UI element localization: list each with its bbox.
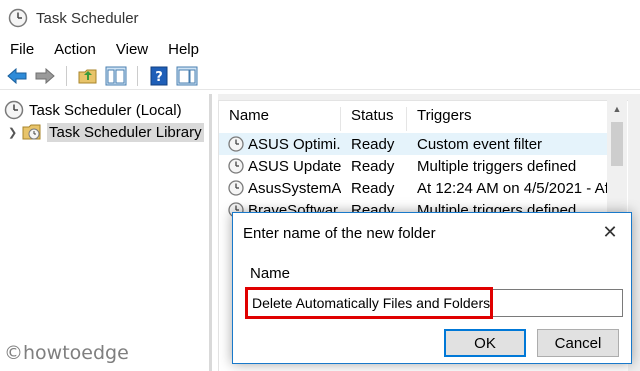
task-name: ASUS Optimi... — [248, 135, 341, 153]
up-one-level-button[interactable] — [75, 63, 101, 89]
dialog-title: Enter name of the new folder — [243, 225, 436, 242]
folder-up-icon — [78, 69, 97, 83]
task-name: ASUS Update... — [248, 157, 341, 175]
menu-view[interactable]: View — [116, 41, 148, 58]
console-tree: Task Scheduler (Local) ❯ Task Scheduler … — [0, 94, 212, 371]
forward-button[interactable] — [32, 63, 58, 89]
show-hide-action-pane-button[interactable] — [174, 63, 200, 89]
task-triggers: Custom event filter — [417, 135, 543, 153]
task-clock-icon — [228, 158, 244, 174]
task-status: Ready — [351, 157, 395, 175]
task-clock-icon — [228, 136, 244, 152]
menu-help[interactable]: Help — [168, 41, 199, 58]
task-status: Ready — [351, 135, 395, 153]
scroll-thumb[interactable] — [611, 122, 623, 166]
tree-item-root[interactable]: Task Scheduler (Local) — [4, 100, 182, 120]
table-row[interactable]: ASUS Optimi... Ready Custom event filter — [219, 133, 611, 155]
chevron-right-icon[interactable]: ❯ — [8, 126, 22, 139]
watermark: ©howtoedge — [4, 342, 129, 364]
menu-action[interactable]: Action — [54, 41, 96, 58]
table-row[interactable]: ASUS Update... Ready Multiple triggers d… — [219, 155, 611, 177]
new-folder-dialog: Enter name of the new folder ✕ Name OK C… — [232, 212, 632, 364]
list-header: Name Status Triggers — [219, 107, 611, 131]
menu-file[interactable]: File — [10, 41, 34, 58]
back-button[interactable] — [4, 63, 30, 89]
help-button[interactable]: ? — [146, 63, 172, 89]
folder-name-input[interactable] — [247, 289, 623, 317]
column-header-name[interactable]: Name — [219, 107, 341, 131]
task-triggers: At 12:24 AM on 4/5/2021 - After t — [417, 179, 611, 197]
task-clock-icon — [228, 180, 244, 196]
back-arrow-icon — [7, 67, 27, 84]
show-hide-console-tree-icon — [105, 66, 127, 85]
show-hide-action-pane-icon — [176, 66, 198, 85]
tree-item-library[interactable]: ❯ Task Scheduler Library — [8, 122, 204, 142]
cancel-button[interactable]: Cancel — [537, 329, 619, 357]
ok-button[interactable]: OK — [444, 329, 526, 357]
task-status: Ready — [351, 179, 395, 197]
close-icon[interactable]: ✕ — [601, 222, 619, 242]
title-bar: Task Scheduler — [0, 0, 640, 36]
task-name: AsusSystemA... — [248, 179, 341, 197]
clock-icon — [8, 8, 28, 28]
forward-arrow-icon — [35, 67, 55, 84]
folder-clock-icon — [22, 124, 41, 140]
help-icon: ? — [150, 66, 168, 85]
task-triggers: Multiple triggers defined — [417, 157, 577, 175]
toolbar: ? — [0, 62, 640, 90]
clock-icon — [4, 100, 24, 120]
tree-root-label: Task Scheduler (Local) — [29, 101, 182, 119]
menu-bar: File Action View Help — [0, 38, 640, 60]
window-title: Task Scheduler — [36, 9, 139, 27]
column-header-status[interactable]: Status — [341, 107, 407, 131]
scroll-up-arrow-icon[interactable]: ▲ — [607, 100, 627, 118]
table-row[interactable]: AsusSystemA... Ready At 12:24 AM on 4/5/… — [219, 177, 611, 199]
name-label: Name — [250, 265, 291, 282]
toolbar-separator — [137, 65, 138, 86]
tree-library-label: Task Scheduler Library — [47, 122, 204, 142]
show-hide-console-tree-button[interactable] — [103, 63, 129, 89]
svg-text:?: ? — [155, 70, 163, 85]
column-header-triggers[interactable]: Triggers — [407, 107, 611, 131]
toolbar-separator — [66, 65, 67, 86]
